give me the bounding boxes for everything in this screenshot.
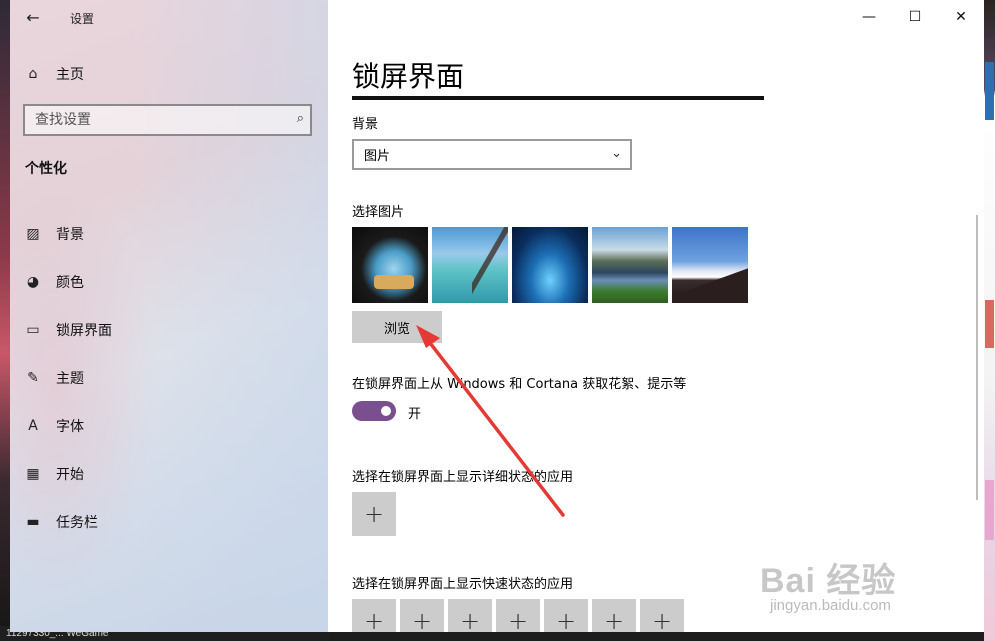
plus-icon: + <box>363 500 385 528</box>
lock-screen-icon: ▭ <box>26 322 40 338</box>
add-detailed-app-button[interactable]: + <box>352 492 396 536</box>
sidebar-item-label: 背景 <box>56 227 84 243</box>
sidebar-item-label: 字体 <box>56 419 84 435</box>
plus-icon: + <box>507 607 529 632</box>
sidebar: ← 设置 ⌂ 主页 ⌕ 个性化 ▨ 背景 ◕ 颜色 ▭ 锁屏界面 <box>10 0 328 632</box>
scrollbar[interactable] <box>976 215 978 500</box>
plus-icon: + <box>363 607 385 632</box>
sidebar-item-label: 主页 <box>56 67 84 83</box>
close-icon[interactable]: ✕ <box>938 0 984 34</box>
background-dropdown[interactable]: 图片 ⌄ <box>352 139 632 170</box>
page-title: 锁屏界面 <box>352 60 465 93</box>
picture-thumbnail-mountain[interactable] <box>672 227 748 303</box>
add-quick-app-button[interactable]: + <box>592 599 636 632</box>
search-icon[interactable]: ⌕ <box>297 111 304 126</box>
spotlight-tips-label: 在锁屏界面上从 Windows 和 Cortana 获取花絮、提示等 <box>352 377 687 392</box>
desktop-background-right <box>984 0 995 641</box>
window-controls: — ☐ ✕ <box>846 0 984 34</box>
sidebar-item-colors[interactable]: ◕ 颜色 <box>22 258 322 306</box>
section-heading: 个性化 <box>25 161 67 177</box>
sidebar-item-background[interactable]: ▨ 背景 <box>22 210 322 258</box>
quick-status-label: 选择在锁屏界面上显示快速状态的应用 <box>352 577 574 592</box>
desktop-icon[interactable] <box>985 480 994 540</box>
add-quick-app-button[interactable]: + <box>640 599 684 632</box>
app-title: 设置 <box>70 12 95 26</box>
lock-screen-preview <box>352 96 764 100</box>
search-input[interactable] <box>25 106 275 134</box>
choose-picture-label: 选择图片 <box>352 205 405 220</box>
start-icon: ▦ <box>26 466 40 482</box>
sidebar-item-taskbar[interactable]: ▬ 任务栏 <box>22 498 322 546</box>
plus-icon: + <box>651 607 673 632</box>
desktop-icon[interactable] <box>985 300 994 348</box>
desktop-icon[interactable] <box>985 62 994 120</box>
sidebar-item-label: 开始 <box>56 467 84 483</box>
sidebar-item-label: 颜色 <box>56 275 84 291</box>
search-field[interactable]: ⌕ <box>23 104 312 136</box>
sidebar-item-themes[interactable]: ✎ 主题 <box>22 354 322 402</box>
back-arrow-icon[interactable]: ← <box>22 7 44 29</box>
plus-icon: + <box>459 607 481 632</box>
spotlight-toggle[interactable] <box>352 401 396 421</box>
plus-icon: + <box>555 607 577 632</box>
add-quick-app-button[interactable]: + <box>544 599 588 632</box>
background-dropdown-value: 图片 <box>364 149 391 164</box>
picture-thumbnail-lake[interactable] <box>592 227 668 303</box>
sidebar-item-label: 主题 <box>56 371 84 387</box>
sidebar-nav: ▨ 背景 ◕ 颜色 ▭ 锁屏界面 ✎ 主题 A 字体 ▦ 开始 ▬ 任务栏 <box>22 210 322 546</box>
font-icon: A <box>28 418 38 434</box>
sidebar-item-label: 锁屏界面 <box>56 323 112 339</box>
toggle-knob <box>381 406 391 416</box>
taskbar-icon: ▬ <box>26 514 40 530</box>
picture-thumbnail-ice-cave[interactable] <box>512 227 588 303</box>
main-content: — ☐ ✕ 锁屏界面 背景 图片 ⌄ 选择图片 浏览 在锁屏界面上从 Windo… <box>328 0 984 632</box>
sidebar-item-fonts[interactable]: A 字体 <box>22 402 322 450</box>
sidebar-item-label: 任务栏 <box>56 515 98 531</box>
plus-icon: + <box>603 607 625 632</box>
quick-status-apps: + + + + + + + <box>352 599 684 632</box>
maximize-icon[interactable]: ☐ <box>892 0 938 34</box>
sidebar-item-start[interactable]: ▦ 开始 <box>22 450 322 498</box>
sidebar-item-lock-screen[interactable]: ▭ 锁屏界面 <box>22 306 322 354</box>
add-quick-app-button[interactable]: + <box>448 599 492 632</box>
chevron-down-icon: ⌄ <box>611 146 622 161</box>
plus-icon: + <box>411 607 433 632</box>
add-quick-app-button[interactable]: + <box>352 599 396 632</box>
palette-icon: ◕ <box>26 274 40 290</box>
themes-icon: ✎ <box>27 370 39 386</box>
browse-button[interactable]: 浏览 <box>352 311 442 343</box>
sidebar-item-home[interactable]: ⌂ 主页 <box>22 60 312 88</box>
home-icon: ⌂ <box>28 66 38 82</box>
picture-thumbnails <box>352 227 748 303</box>
add-quick-app-button[interactable]: + <box>400 599 444 632</box>
picture-icon: ▨ <box>26 226 40 242</box>
toggle-state-label: 开 <box>408 407 422 422</box>
detailed-status-label: 选择在锁屏界面上显示详细状态的应用 <box>352 470 574 485</box>
title-bar: ← 设置 <box>10 0 328 36</box>
picture-thumbnail-cave[interactable] <box>352 227 428 303</box>
settings-window: ← 设置 ⌂ 主页 ⌕ 个性化 ▨ 背景 ◕ 颜色 ▭ 锁屏界面 <box>10 0 984 632</box>
picture-thumbnail-beach[interactable] <box>432 227 508 303</box>
desktop-background-left <box>0 0 10 641</box>
add-quick-app-button[interactable]: + <box>496 599 540 632</box>
minimize-icon[interactable]: — <box>846 0 892 34</box>
background-label: 背景 <box>352 117 379 132</box>
